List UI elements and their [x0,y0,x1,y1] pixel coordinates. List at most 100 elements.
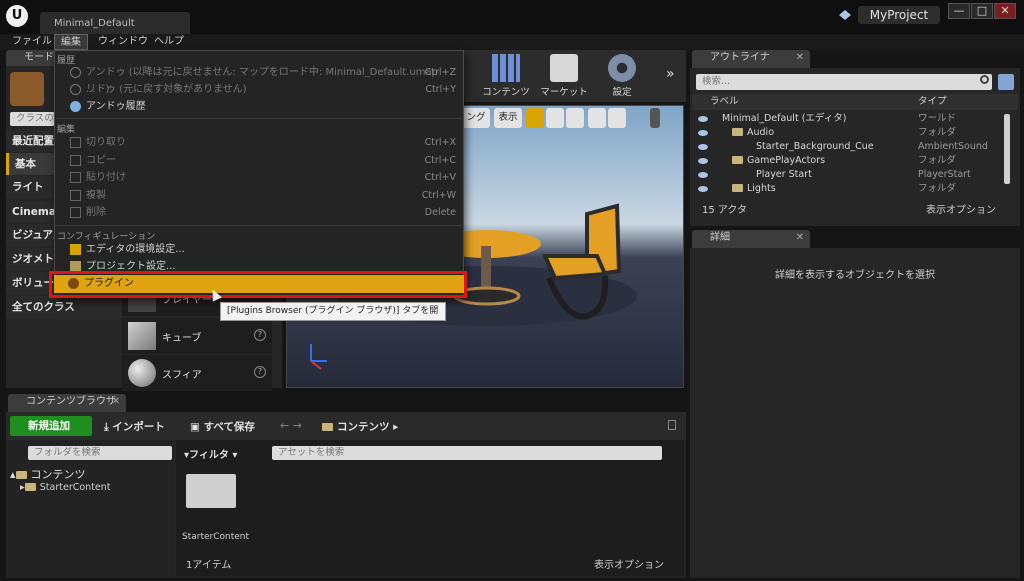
menu-help[interactable]: ヘルプ [148,34,190,50]
visibility-eye-icon[interactable] [698,172,708,178]
visibility-eye-icon[interactable] [698,116,708,122]
highlight-frame [49,271,467,298]
folder-search-input[interactable]: フォルダを検索 [28,446,172,460]
starter-content-folder-icon[interactable] [186,474,236,508]
menu-item-duplicate[interactable]: 複製 Ctrl+W [56,187,462,204]
lighting-mode-button[interactable]: ング [462,108,490,128]
marketplace-bag-icon [550,54,578,82]
menu-item-undo-history[interactable]: アンドゥ履歴 [56,98,462,115]
menu-divider [56,225,462,226]
outliner-row-lights[interactable]: Lights フォルダ [692,182,1012,196]
history-nav-icon[interactable]: ← → [280,419,302,432]
details-panel: 詳細を表示するオブジェクトを選択 [690,248,1020,578]
project-name-badge: MyProject [858,6,940,24]
content-grid-icon [492,54,520,82]
plugins-tooltip: [Plugins Browser (プラグイン ブラウザ)] タブを開きます。 [220,302,446,333]
tree-root[interactable]: ▴ コンテンツ [10,466,86,482]
asset-item-sphere[interactable]: スフィア ? [122,355,272,391]
save-all-button[interactable]: ▣ すべて保存 [190,419,255,434]
scale-tool-icon[interactable] [566,108,584,128]
outliner-row-gameplay-actors[interactable]: GamePlayActors フォルダ [692,154,1012,168]
unreal-logo: U [6,5,28,27]
toolbar-expand-icon[interactable]: » [666,66,675,82]
menu-item-delete[interactable]: 削除 Delete [56,204,462,221]
column-type[interactable]: タイプ [918,94,947,110]
duplicate-icon [70,190,81,201]
menu-item-editor-preferences[interactable]: エディタの環境設定... [56,241,462,258]
translate-tool-icon[interactable] [526,108,544,128]
copy-icon [70,155,81,166]
menu-item-copy[interactable]: コピー Ctrl+C [56,152,462,169]
outliner-tab[interactable]: アウトライナ ✕ [692,50,810,68]
path-breadcrumb[interactable]: コンテンツ ▸ [322,419,398,434]
outliner-view-options[interactable]: 表示オプション [926,200,996,222]
filter-button[interactable]: ▾フィルタ ▾ [184,446,237,461]
level-tab[interactable]: Minimal_Default [40,12,190,34]
import-button[interactable]: ⤓ インポート [104,419,165,434]
content-button[interactable]: コンテンツ [476,50,536,102]
menu-file[interactable]: ファイル [6,34,58,50]
outliner-row-player-start[interactable]: Player Start PlayerStart [692,168,1012,182]
details-tab[interactable]: 詳細 ✕ [692,230,810,248]
menu-item-undo[interactable]: アンドゥ (以降は元に戻せません: マップをロード中: Minimal_Defa… [56,64,462,95]
menu-divider [56,118,462,119]
world-space-icon[interactable] [588,108,606,128]
folder-icon [732,156,743,164]
menu-item-redo[interactable]: リドゥ (元に戻す対象がありません) Ctrl+Y [56,81,462,98]
outliner-row-background-cue[interactable]: Starter_Background_Cue AmbientSound [692,140,1012,154]
surface-snap-icon[interactable] [608,108,626,128]
show-button[interactable]: 表示 [494,108,522,128]
menu-item-paste[interactable]: 貼り付け Ctrl+V [56,169,462,186]
viewport-toolbar: ング 表示 [462,108,684,130]
folder-icon [15,471,27,479]
history-icon [70,101,81,112]
viewport-options-icon[interactable] [650,108,660,128]
folder-icon [24,483,36,491]
outliner-search-input[interactable]: 検索... [696,74,992,90]
gear-icon [608,54,636,82]
add-new-button[interactable]: 新規追加 [10,416,92,436]
marketplace-button[interactable]: マーケット [534,50,594,102]
main-toolbar: コンテンツ マーケット 設定 » [462,50,686,102]
menu-window[interactable]: ウィンドウ [92,34,154,50]
scissors-icon [70,137,81,148]
item-count: 1アイテム [186,560,232,571]
place-mode-icon[interactable] [10,72,44,106]
category-all-classes[interactable]: 全てのクラス [6,296,122,318]
menu-item-cut[interactable]: 切り取り Ctrl+X [56,134,462,151]
rotate-tool-icon[interactable] [546,108,564,128]
visibility-eye-icon[interactable] [698,130,708,136]
outliner-scrollbar[interactable] [1004,114,1010,184]
lock-icon[interactable] [668,420,676,430]
folder-tree: フォルダを検索 ▴ コンテンツ ▸ StarterContent [6,440,174,576]
maximize-button[interactable]: □ [971,3,993,19]
outliner-header: ラベル タイプ [692,94,1018,110]
outliner-footer: 15 アクタ 表示オプション [692,200,1018,222]
menu-edit[interactable]: 編集 [54,34,88,50]
folder-icon [732,184,743,192]
redo-icon [70,84,81,95]
project-icon [839,10,851,20]
help-icon[interactable]: ? [254,366,266,378]
visibility-eye-icon[interactable] [698,144,708,150]
asset-view: ▾フィルタ ▾ アセットを検索 StarterContent 1アイテム 表示オ… [176,440,684,576]
asset-view-options[interactable]: 表示オプション [594,556,664,571]
paste-icon [70,172,81,183]
tree-starter-content[interactable]: ▸ StarterContent [20,482,111,493]
column-label[interactable]: ラベル [710,94,739,110]
asset-search-input[interactable]: アセットを検索 [272,446,662,460]
minimize-button[interactable]: — [948,3,970,19]
close-window-button[interactable]: ✕ [994,3,1016,19]
settings-button[interactable]: 設定 [592,50,652,102]
preferences-icon [70,244,81,255]
visibility-eye-icon[interactable] [698,158,708,164]
content-browser-tab[interactable]: コンテンツブラウザ ✕ [8,394,126,412]
folder-icon [322,423,333,431]
undo-icon [70,67,81,78]
outliner-row-world[interactable]: Minimal_Default (エディタ) ワールド [692,112,1012,126]
add-folder-icon[interactable] [998,74,1014,90]
search-icon [980,75,989,84]
details-empty-message: 詳細を表示するオブジェクトを選択 [775,270,935,281]
visibility-eye-icon[interactable] [698,186,708,192]
outliner-row-audio[interactable]: Audio フォルダ [692,126,1012,140]
